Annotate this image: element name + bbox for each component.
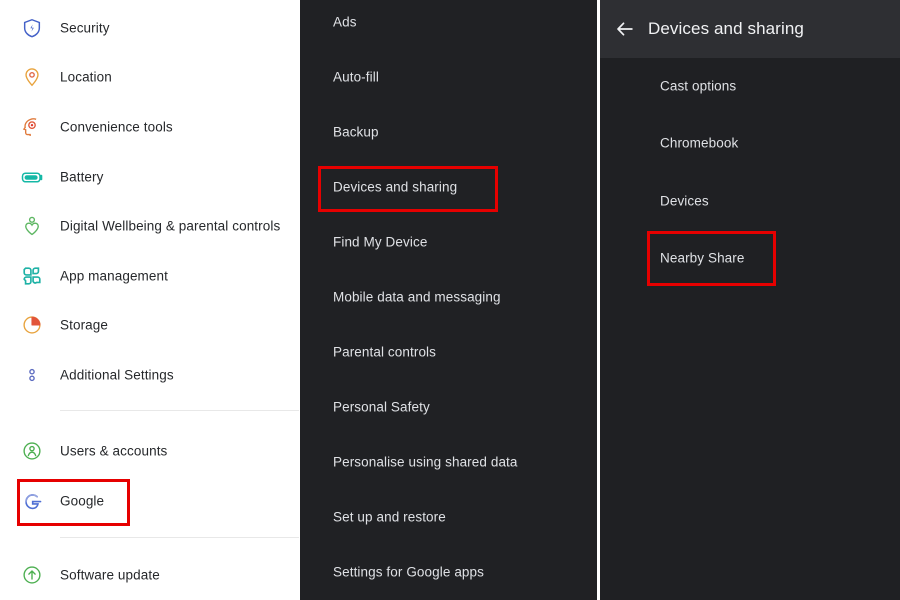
battery-icon bbox=[20, 165, 44, 189]
settings-item-convenience-tools[interactable]: Convenience tools bbox=[0, 102, 299, 152]
settings-item-storage[interactable]: Storage bbox=[0, 300, 299, 350]
google-item-mobile-data-and-messaging[interactable]: Mobile data and messaging bbox=[300, 275, 597, 319]
devices-item-label: Cast options bbox=[660, 78, 737, 94]
settings-item-digital-wellbeing[interactable]: Digital Wellbeing & parental controls bbox=[0, 201, 299, 251]
back-arrow-icon[interactable] bbox=[608, 12, 642, 46]
head-target-icon bbox=[20, 115, 44, 139]
settings-item-battery[interactable]: Battery bbox=[0, 152, 299, 202]
google-item-label: Backup bbox=[333, 124, 379, 140]
devices-item-label: Nearby Share bbox=[660, 250, 745, 266]
google-g-icon bbox=[20, 489, 44, 513]
settings-item-label: App management bbox=[60, 268, 168, 284]
settings-item-label: Security bbox=[60, 20, 110, 36]
settings-item-security[interactable]: Security bbox=[0, 3, 299, 53]
google-item-label: Mobile data and messaging bbox=[333, 289, 501, 305]
settings-item-label: Storage bbox=[60, 317, 108, 333]
google-item-label: Settings for Google apps bbox=[333, 564, 484, 580]
google-item-personal-safety[interactable]: Personal Safety bbox=[300, 385, 597, 429]
settings-item-label: Additional Settings bbox=[60, 367, 174, 383]
settings-item-users-accounts[interactable]: Users & accounts bbox=[0, 426, 299, 476]
devices-item-chromebook[interactable]: Chromebook bbox=[600, 121, 900, 165]
google-panel: Ads Auto-fill Backup Devices and sharing… bbox=[300, 0, 597, 600]
devices-item-cast-options[interactable]: Cast options bbox=[600, 64, 900, 108]
google-item-label: Personal Safety bbox=[333, 399, 430, 415]
settings-item-label: Software update bbox=[60, 567, 160, 583]
settings-item-additional-settings[interactable]: Additional Settings bbox=[0, 350, 299, 400]
location-pin-icon bbox=[20, 65, 44, 89]
devices-item-devices[interactable]: Devices bbox=[600, 179, 900, 223]
settings-item-label: Google bbox=[60, 493, 105, 509]
person-circle-icon bbox=[20, 439, 44, 463]
person-heart-icon bbox=[20, 214, 44, 238]
google-item-label: Set up and restore bbox=[333, 509, 446, 525]
settings-item-label: Digital Wellbeing & parental controls bbox=[60, 218, 281, 234]
google-item-label: Ads bbox=[333, 14, 357, 30]
screenshot-root: Security Location Convenience tools Batt… bbox=[0, 0, 900, 600]
devices-item-label: Chromebook bbox=[660, 135, 739, 151]
google-item-ads[interactable]: Ads bbox=[300, 0, 597, 44]
settings-item-location[interactable]: Location bbox=[0, 52, 299, 102]
google-item-personalise-using-shared-data[interactable]: Personalise using shared data bbox=[300, 440, 597, 484]
settings-item-software-update[interactable]: Software update bbox=[0, 550, 299, 600]
two-dots-icon bbox=[20, 363, 44, 387]
devices-item-nearby-share[interactable]: Nearby Share bbox=[600, 236, 900, 280]
google-item-auto-fill[interactable]: Auto-fill bbox=[300, 55, 597, 99]
settings-item-label: Location bbox=[60, 69, 112, 85]
page-title: Devices and sharing bbox=[648, 19, 804, 38]
google-item-label: Parental controls bbox=[333, 344, 437, 360]
settings-item-app-management[interactable]: App management bbox=[0, 251, 299, 301]
four-squares-icon bbox=[20, 264, 44, 288]
google-item-label: Auto-fill bbox=[333, 69, 379, 85]
pie-chart-icon bbox=[20, 313, 44, 337]
settings-panel: Security Location Convenience tools Batt… bbox=[0, 0, 299, 600]
google-item-find-my-device[interactable]: Find My Device bbox=[300, 220, 597, 264]
google-item-devices-and-sharing[interactable]: Devices and sharing bbox=[300, 165, 597, 209]
settings-item-label: Battery bbox=[60, 169, 104, 185]
google-item-label: Devices and sharing bbox=[333, 179, 458, 195]
settings-item-label: Convenience tools bbox=[60, 119, 173, 135]
settings-divider bbox=[60, 537, 299, 538]
google-item-set-up-and-restore[interactable]: Set up and restore bbox=[300, 495, 597, 539]
arrow-up-circle-icon bbox=[20, 563, 44, 587]
settings-item-google[interactable]: Google bbox=[0, 476, 299, 526]
google-item-settings-for-google-apps[interactable]: Settings for Google apps bbox=[300, 550, 597, 594]
settings-item-label: Users & accounts bbox=[60, 443, 168, 459]
devices-item-label: Devices bbox=[660, 193, 709, 209]
google-item-label: Find My Device bbox=[333, 234, 428, 250]
google-item-label: Personalise using shared data bbox=[333, 454, 518, 470]
shield-lightning-icon bbox=[20, 16, 44, 40]
google-item-parental-controls[interactable]: Parental controls bbox=[300, 330, 597, 374]
google-item-backup[interactable]: Backup bbox=[300, 110, 597, 154]
devices-appbar: Devices and sharing bbox=[600, 0, 900, 58]
settings-divider bbox=[60, 410, 299, 411]
devices-panel: Devices and sharing Cast options Chromeb… bbox=[600, 0, 900, 600]
